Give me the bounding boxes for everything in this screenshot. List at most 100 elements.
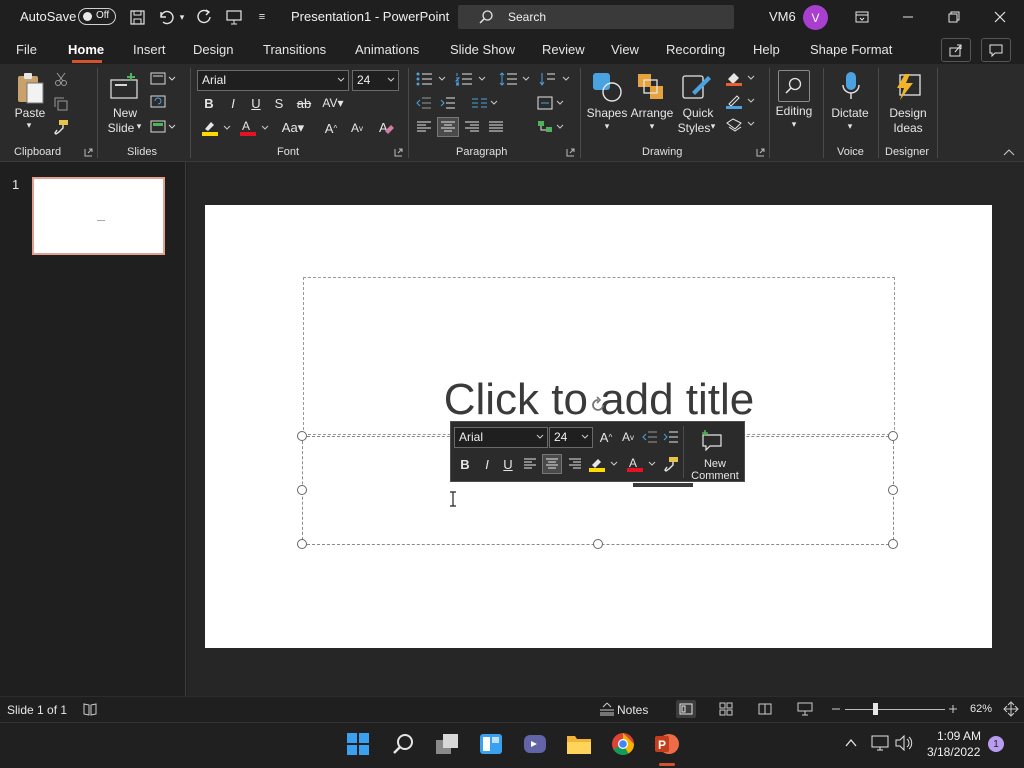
tab-file[interactable]: File (16, 42, 37, 57)
underline-icon[interactable]: U (247, 94, 265, 112)
text-direction-icon[interactable] (538, 70, 572, 88)
mini-align-right-icon[interactable] (566, 455, 584, 473)
line-spacing-icon[interactable] (498, 70, 532, 88)
section-icon[interactable] (148, 118, 178, 136)
shape-outline-icon[interactable] (724, 93, 756, 111)
quick-styles-dropdown-icon[interactable]: ▾ (708, 121, 718, 132)
volume-icon[interactable] (895, 735, 913, 751)
tab-view[interactable]: View (611, 42, 639, 57)
rotate-handle-icon[interactable] (589, 396, 607, 414)
character-spacing-icon[interactable]: AV▾ (318, 94, 348, 112)
arrange-dropdown-icon[interactable]: ▾ (647, 121, 657, 132)
resize-handle[interactable] (593, 539, 603, 549)
bold-icon[interactable]: B (200, 94, 218, 112)
new-slide-icon[interactable] (108, 70, 140, 102)
mini-align-center-icon[interactable] (542, 454, 562, 474)
editing-search-icon[interactable] (778, 70, 810, 102)
fit-to-window-icon[interactable] (1003, 701, 1019, 717)
align-text-icon[interactable] (536, 94, 566, 112)
columns-icon[interactable] (470, 94, 500, 112)
italic-icon[interactable]: I (224, 94, 242, 112)
mini-increase-font-icon[interactable]: A ^ (596, 428, 616, 446)
new-comment-button[interactable]: New Comment (687, 458, 743, 482)
increase-indent-icon[interactable] (438, 94, 458, 112)
undo-dropdown-icon[interactable]: ▾ (176, 6, 188, 28)
task-view-icon[interactable] (433, 730, 461, 758)
font-size-combo[interactable]: 24 (352, 70, 399, 91)
tab-help[interactable]: Help (753, 42, 780, 57)
design-ideas-icon[interactable] (891, 70, 925, 104)
tab-home[interactable]: Home (68, 42, 104, 57)
customize-toolbar-icon[interactable]: ≡ (251, 6, 273, 28)
chrome-icon[interactable] (609, 730, 637, 758)
tab-recording[interactable]: Recording (666, 42, 725, 57)
cut-icon[interactable] (52, 70, 70, 88)
redo-icon[interactable] (194, 6, 216, 28)
file-explorer-icon[interactable] (565, 730, 593, 758)
bullets-icon[interactable] (414, 70, 448, 88)
mini-decrease-indent-icon[interactable] (640, 428, 660, 446)
font-color-icon[interactable]: A (238, 118, 270, 138)
minimize-icon[interactable] (897, 6, 919, 28)
clipboard-launcher-icon[interactable] (84, 148, 93, 157)
notes-button[interactable]: Notes (617, 703, 648, 717)
paragraph-launcher-icon[interactable] (566, 148, 575, 157)
network-icon[interactable] (871, 735, 889, 751)
slide-show-icon[interactable] (797, 702, 813, 716)
avatar[interactable]: V (803, 5, 828, 30)
tab-shape-format[interactable]: Shape Format (810, 42, 892, 57)
chevron-up-icon[interactable] (845, 738, 857, 748)
decrease-font-size-icon[interactable]: Av (346, 118, 368, 138)
slide-thumbnail[interactable] (32, 177, 165, 255)
arrange-icon[interactable] (634, 70, 668, 104)
microphone-icon[interactable] (836, 70, 866, 104)
align-right-icon[interactable] (462, 118, 482, 136)
mini-align-left-icon[interactable] (521, 455, 539, 473)
decrease-indent-icon[interactable] (414, 94, 434, 112)
increase-font-size-icon[interactable]: A ^ (320, 118, 342, 138)
accessibility-icon[interactable] (83, 702, 97, 716)
numbering-icon[interactable] (454, 70, 488, 88)
editing-dropdown-icon[interactable]: ▾ (789, 119, 799, 130)
search-box[interactable]: Search (458, 5, 734, 29)
font-family-combo[interactable]: Arial (197, 70, 349, 91)
format-painter-icon[interactable] (52, 118, 70, 136)
paste-dropdown-icon[interactable]: ▾ (24, 120, 34, 131)
mini-underline-icon[interactable]: U (499, 455, 517, 473)
zoom-in-icon[interactable] (948, 704, 958, 714)
paste-icon[interactable] (14, 70, 46, 106)
strikethrough-icon[interactable]: ab (293, 94, 315, 112)
clock-time[interactable]: 1:09 AM (937, 729, 981, 743)
copy-icon[interactable] (52, 95, 70, 113)
powerpoint-icon[interactable]: P (653, 730, 681, 758)
close-icon[interactable] (989, 6, 1011, 28)
new-slide-dropdown-icon[interactable]: ▾ (134, 121, 144, 132)
quick-styles-icon[interactable] (680, 70, 714, 104)
widgets-icon[interactable] (477, 730, 505, 758)
tab-slide-show[interactable]: Slide Show (450, 42, 515, 57)
slide-sorter-icon[interactable] (719, 702, 733, 716)
resize-handle[interactable] (297, 485, 307, 495)
resize-handle[interactable] (888, 485, 898, 495)
tab-design[interactable]: Design (193, 42, 233, 57)
present-icon[interactable] (223, 6, 245, 28)
zoom-slider-thumb[interactable] (872, 703, 878, 715)
tab-review[interactable]: Review (542, 42, 585, 57)
highlight-icon[interactable] (200, 118, 232, 138)
align-left-icon[interactable] (414, 118, 434, 136)
new-comment-icon[interactable] (699, 427, 725, 453)
clock-date[interactable]: 3/18/2022 (927, 745, 980, 759)
mini-italic-icon[interactable]: I (478, 455, 496, 473)
ribbon-display-icon[interactable] (851, 6, 873, 28)
mini-highlight-icon[interactable] (587, 455, 619, 473)
zoom-out-icon[interactable] (831, 704, 841, 714)
align-center-icon[interactable] (437, 117, 459, 137)
reset-icon[interactable] (148, 93, 168, 111)
restore-icon[interactable] (943, 6, 965, 28)
resize-handle[interactable] (888, 539, 898, 549)
change-case-icon[interactable]: Aa▾ (277, 118, 309, 138)
font-launcher-icon[interactable] (394, 148, 403, 157)
mini-font-family-combo[interactable]: Arial (454, 427, 548, 448)
windows-start-icon[interactable] (344, 730, 372, 758)
drawing-launcher-icon[interactable] (756, 148, 765, 157)
